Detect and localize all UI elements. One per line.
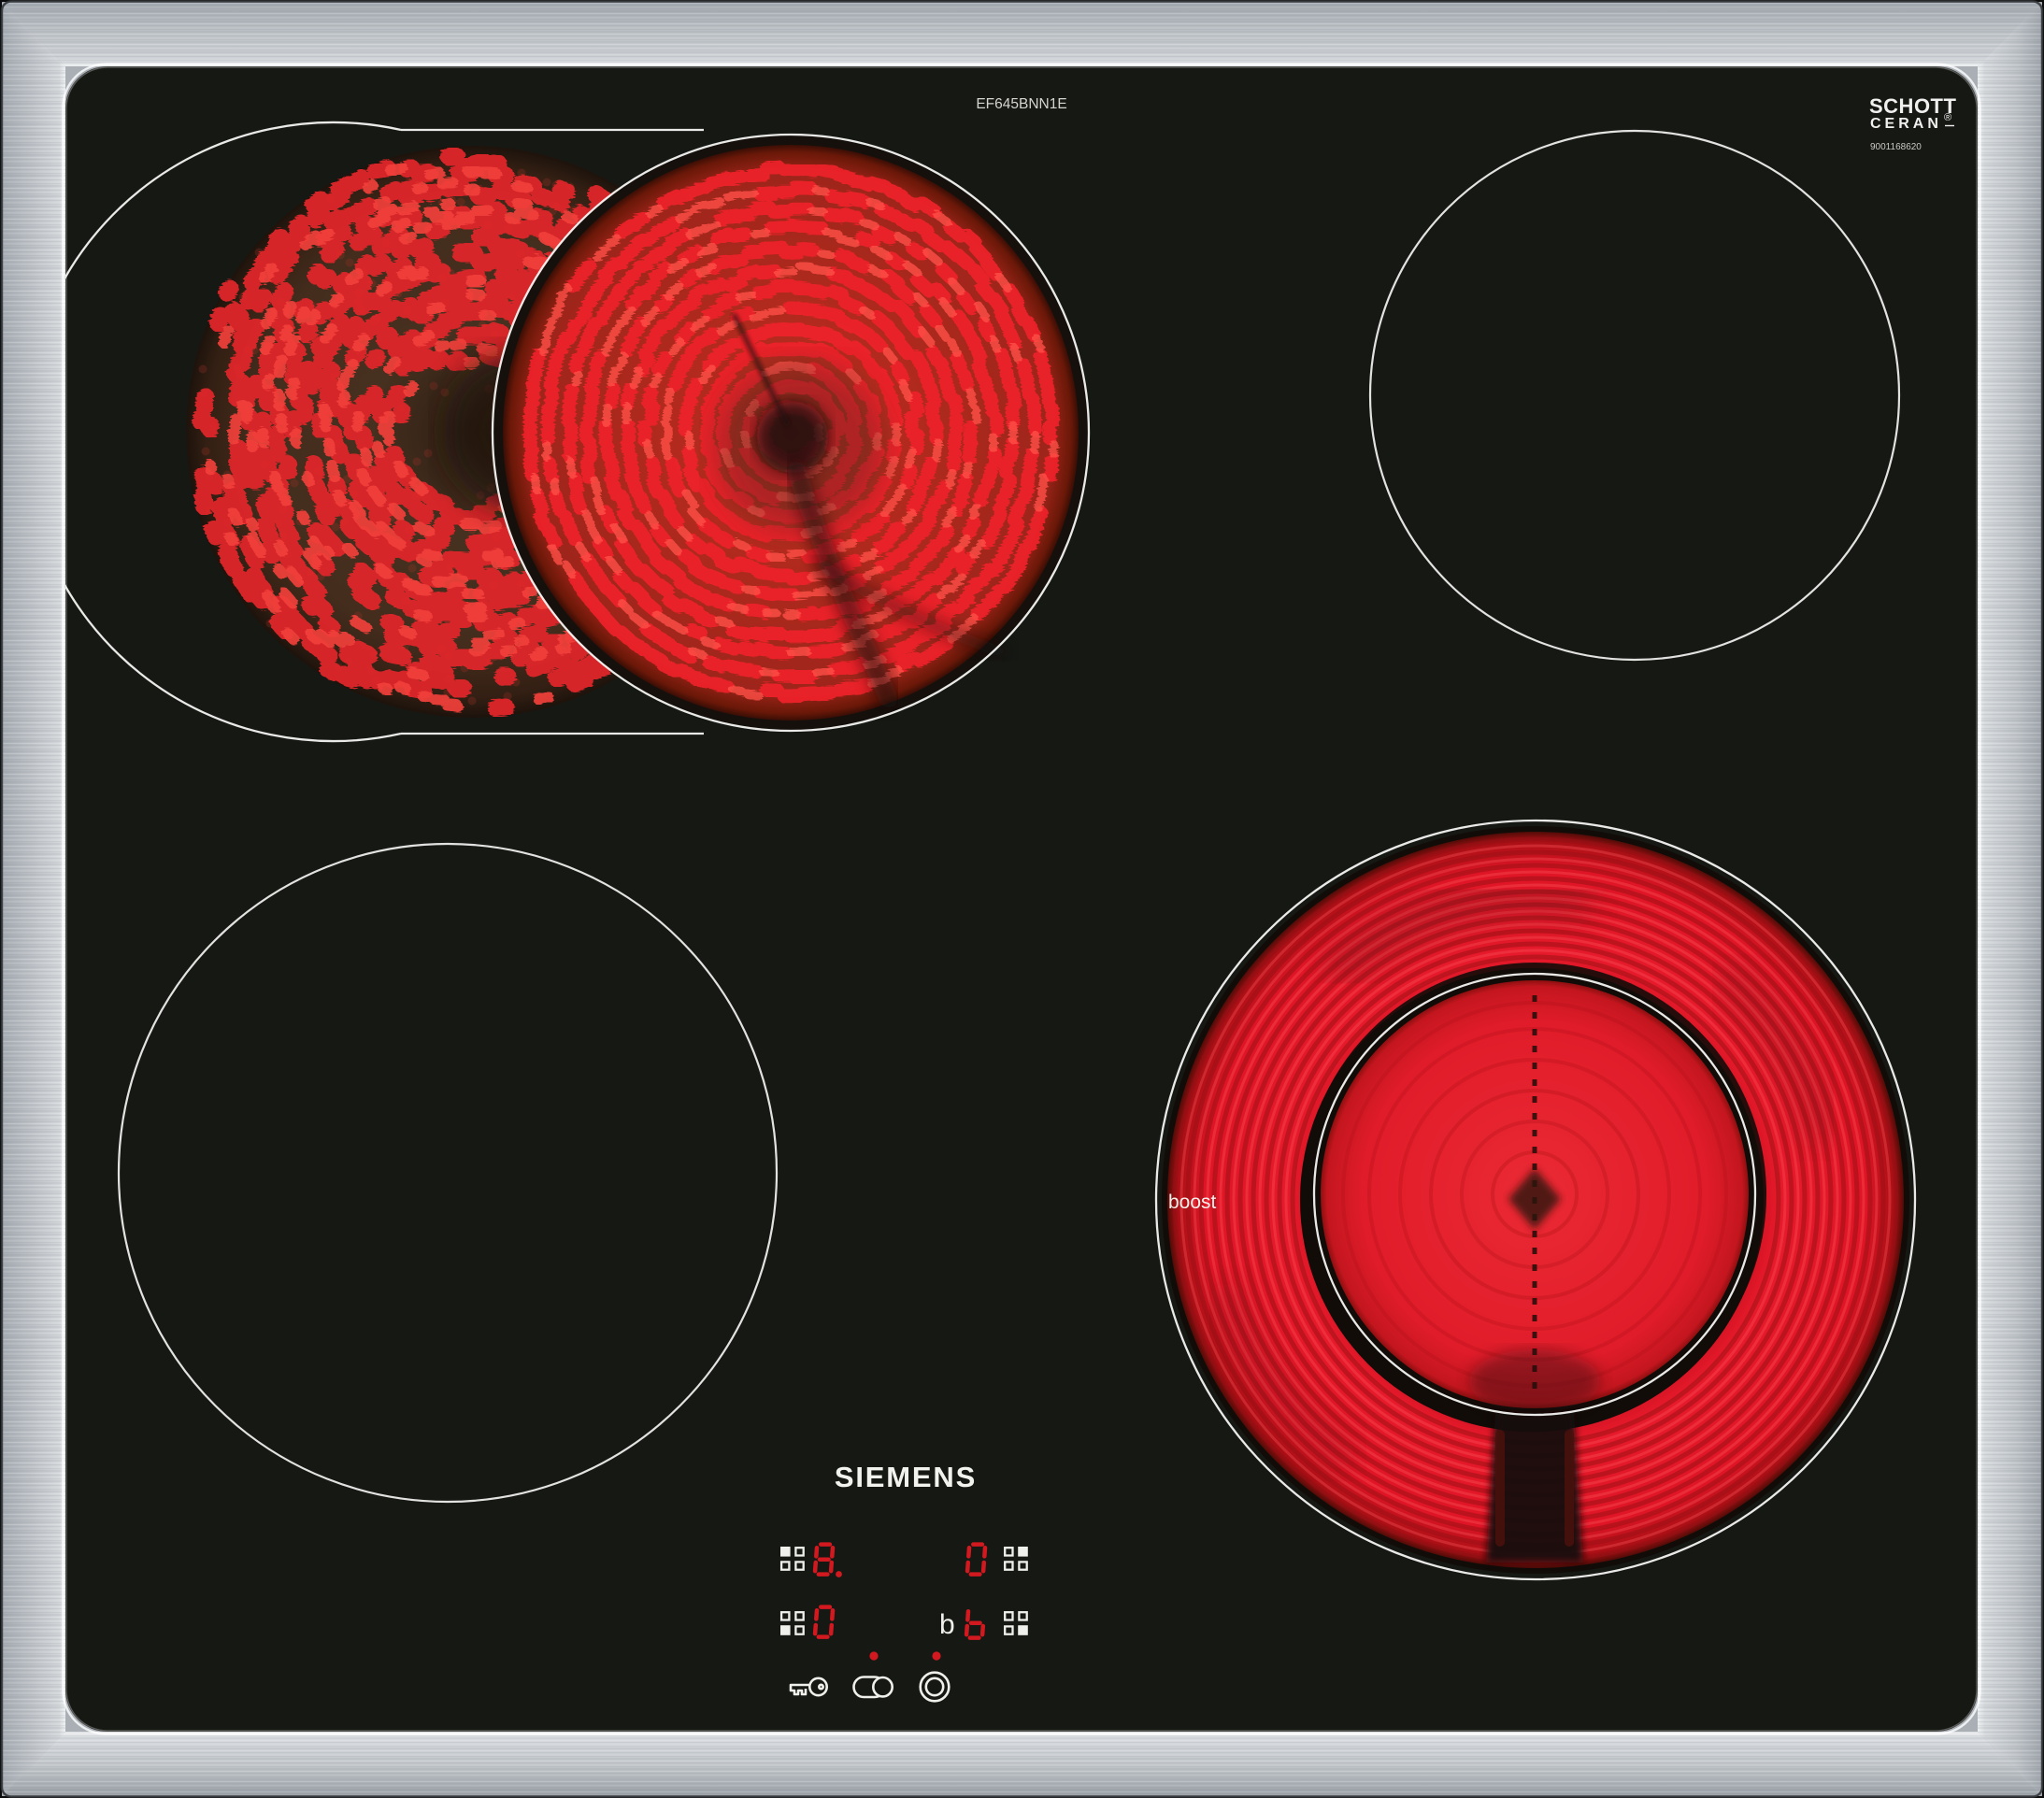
svg-text:SIEMENS: SIEMENS <box>835 1461 977 1493</box>
svg-text:®: ® <box>1944 112 1951 123</box>
svg-text:9001168620: 9001168620 <box>1870 142 1922 152</box>
svg-text:CERAN: CERAN <box>1870 116 1942 132</box>
svg-text:b: b <box>939 1609 955 1640</box>
svg-text:boost: boost <box>1168 1192 1217 1213</box>
svg-text:EF645BNN1E: EF645BNN1E <box>976 96 1066 112</box>
